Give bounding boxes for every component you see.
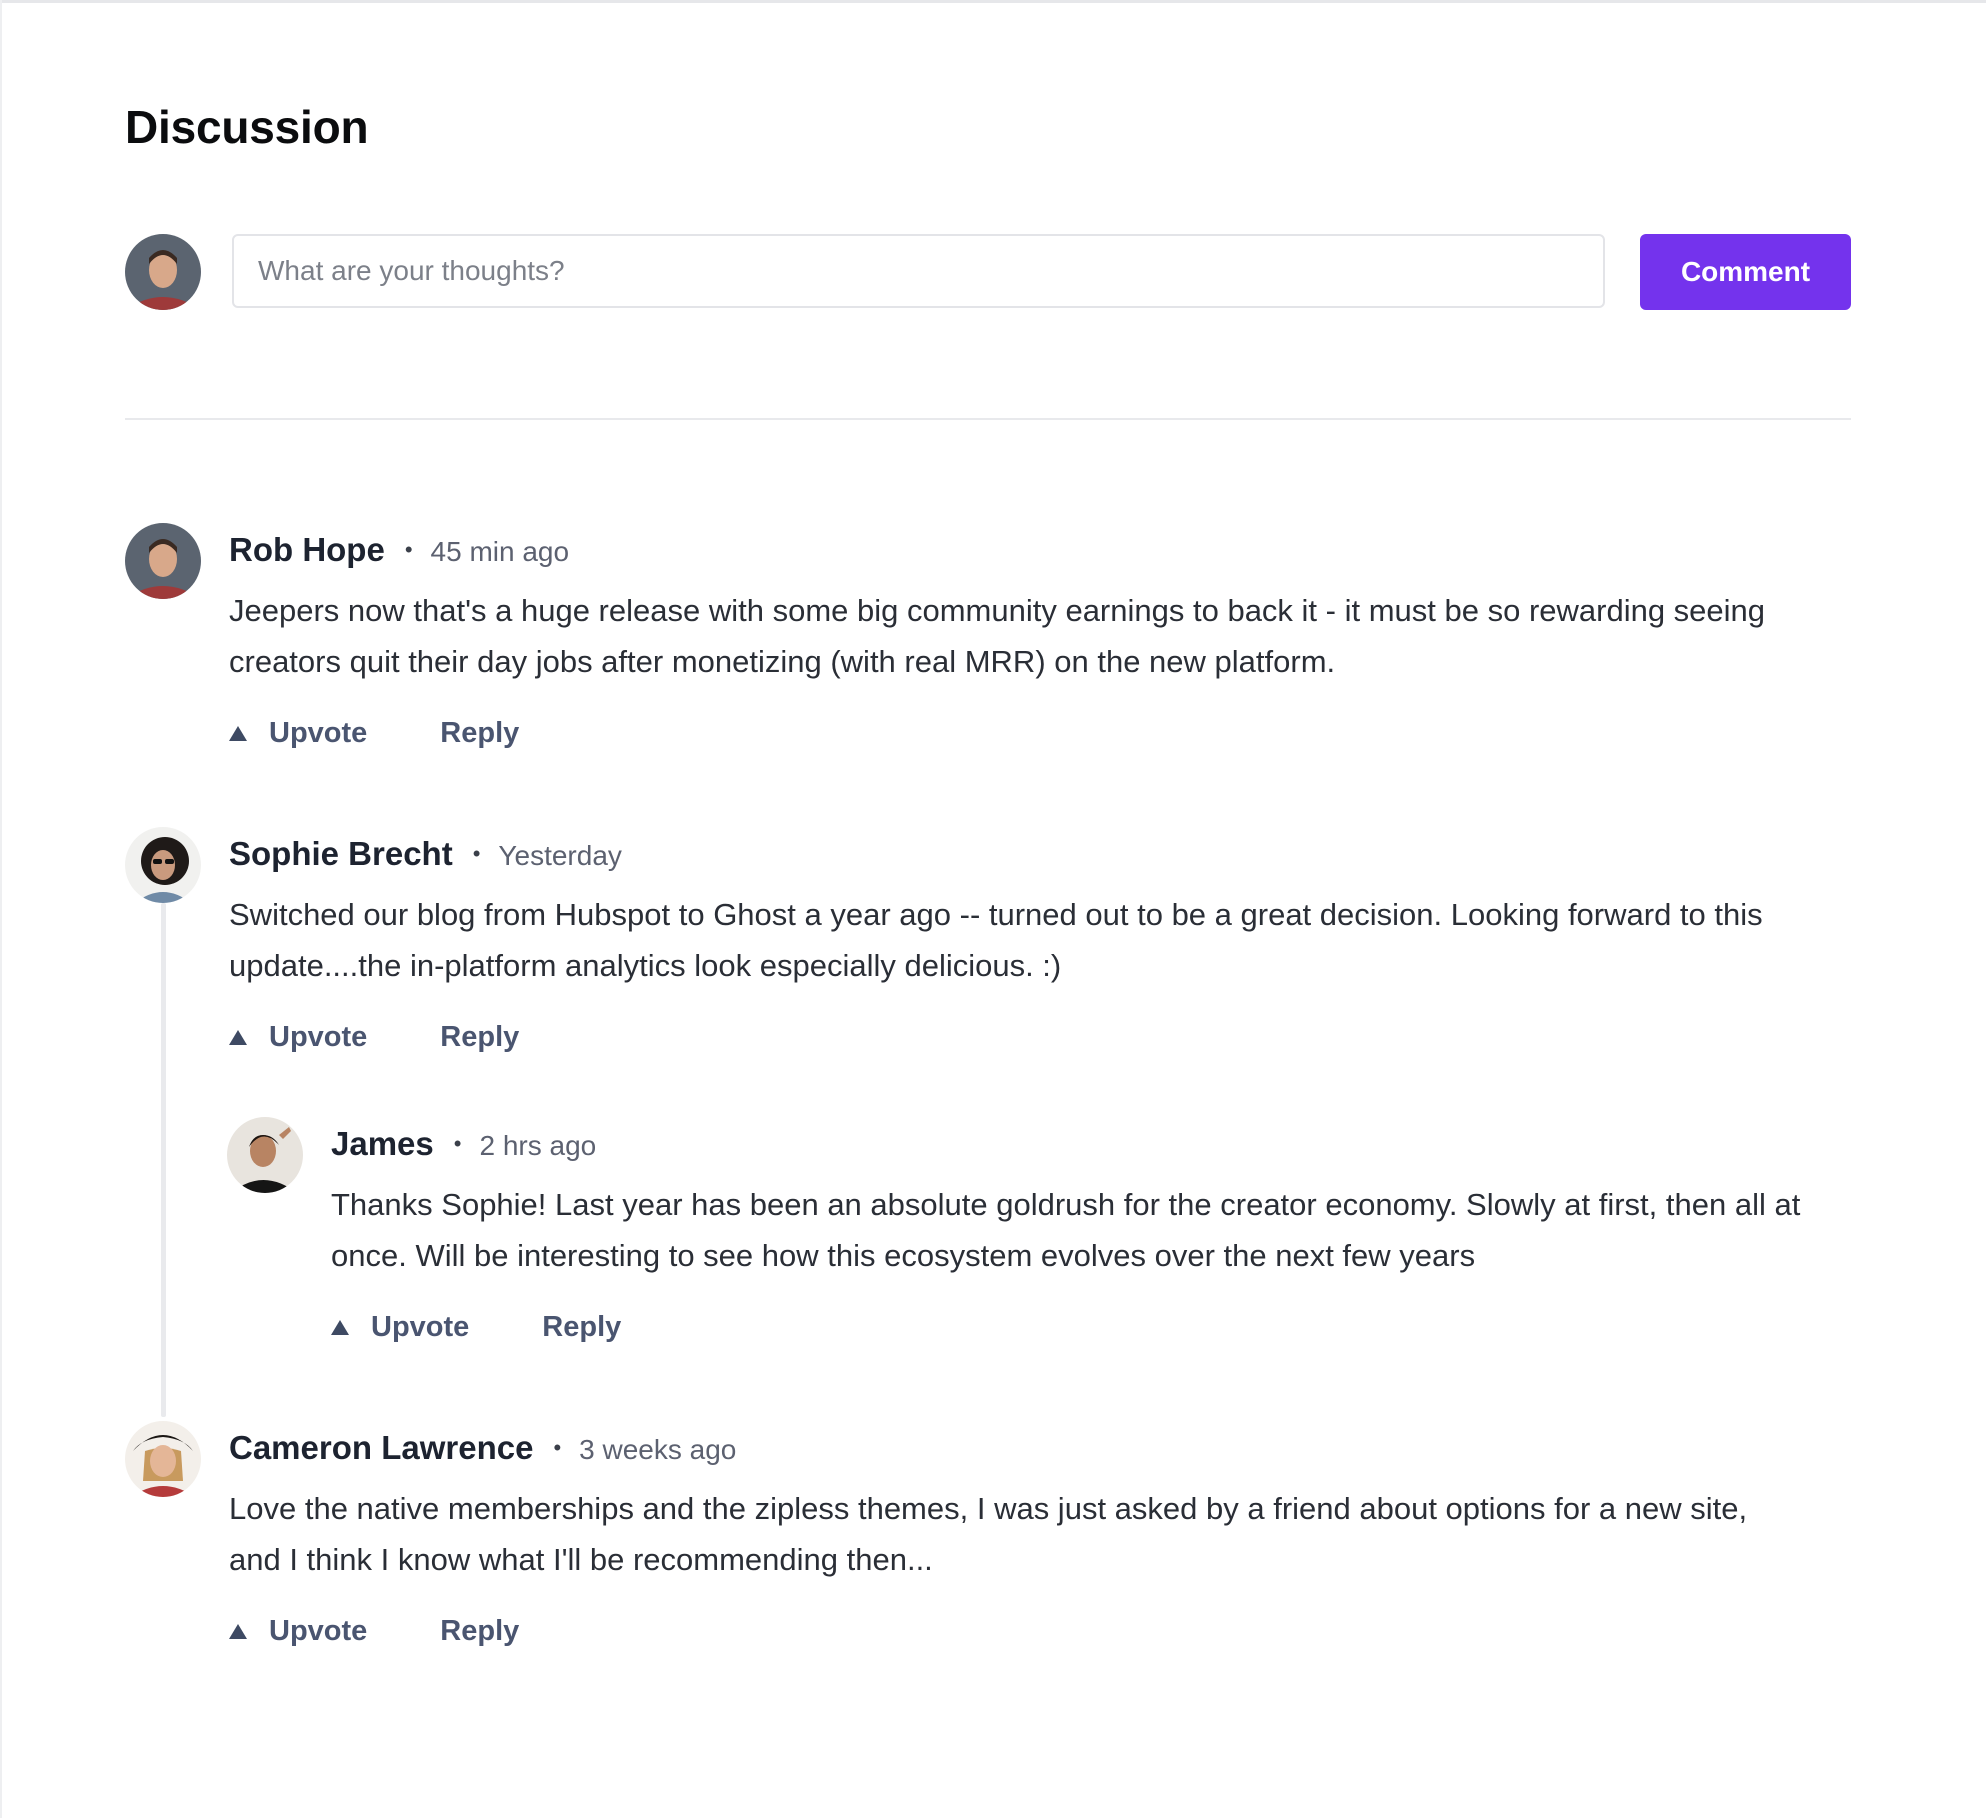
upvote-button[interactable]: Upvote <box>331 1311 469 1344</box>
avatar-woman-curly-hair-icon <box>125 827 201 903</box>
separator-dot: • <box>553 1435 562 1460</box>
avatar-man-beard-icon <box>125 234 201 310</box>
comment-author[interactable]: Cameron Lawrence <box>229 1429 533 1467</box>
separator-dot: • <box>453 1131 462 1156</box>
comment-timestamp: 2 hrs ago <box>479 1130 597 1161</box>
comment-author[interactable]: James <box>331 1125 434 1163</box>
comment-header: James • 2 hrs ago <box>331 1125 596 1163</box>
comment-author[interactable]: Rob Hope <box>229 531 385 569</box>
comment-actions: Upvote Reply <box>331 1311 621 1344</box>
avatar-man-beard-icon <box>125 523 201 599</box>
avatar <box>125 1421 201 1497</box>
comment-actions: Upvote Reply <box>229 717 519 750</box>
comment-author[interactable]: Sophie Brecht <box>229 835 453 873</box>
avatar-man-dark-hair-icon <box>227 1117 303 1193</box>
upvote-triangle-icon <box>229 1624 247 1639</box>
avatar <box>125 523 201 599</box>
upvote-label: Upvote <box>371 1311 470 1343</box>
comment-body: Switched our blog from Hubspot to Ghost … <box>229 897 1763 983</box>
comment-actions: Upvote Reply <box>229 1021 519 1054</box>
reply-button[interactable]: Reply <box>440 1615 519 1648</box>
upvote-label: Upvote <box>269 1021 368 1053</box>
upvote-triangle-icon <box>331 1320 349 1335</box>
reply-button[interactable]: Reply <box>542 1311 621 1344</box>
current-user-avatar <box>125 234 201 310</box>
comment-body: Jeepers now that's a huge release with s… <box>229 593 1766 679</box>
thread-line <box>161 903 166 1417</box>
upvote-triangle-icon <box>229 726 247 741</box>
avatar <box>125 827 201 903</box>
comment-button[interactable]: Comment <box>1640 234 1851 310</box>
comment-timestamp: Yesterday <box>498 840 622 871</box>
reply-button[interactable]: Reply <box>440 717 519 750</box>
comment-thread: Sophie Brecht • Yesterday Switched our b… <box>125 827 1851 1417</box>
upvote-triangle-icon <box>229 1030 247 1045</box>
comment-body: Thanks Sophie! Last year has been an abs… <box>331 1187 1801 1273</box>
window-top-border <box>0 0 1986 3</box>
upvote-button[interactable]: Upvote <box>229 1615 367 1648</box>
reply-button[interactable]: Reply <box>440 1021 519 1054</box>
upvote-label: Upvote <box>269 717 368 749</box>
separator-dot: • <box>472 841 481 866</box>
avatar <box>227 1117 303 1193</box>
upvote-button[interactable]: Upvote <box>229 717 367 750</box>
comment-body: Love the native memberships and the zipl… <box>229 1491 1748 1577</box>
page-title: Discussion <box>125 101 369 153</box>
comment-item: Rob Hope • 45 min ago Jeepers now that's… <box>125 523 1851 763</box>
comment-header: Cameron Lawrence • 3 weeks ago <box>229 1429 736 1467</box>
comment-actions: Upvote Reply <box>229 1615 519 1648</box>
upvote-label: Upvote <box>269 1615 368 1647</box>
comment-timestamp: 45 min ago <box>430 536 570 567</box>
upvote-button[interactable]: Upvote <box>229 1021 367 1054</box>
separator-dot: • <box>404 537 413 562</box>
comment-input[interactable] <box>232 234 1605 308</box>
comment-header: Rob Hope • 45 min ago <box>229 531 569 569</box>
comment-header: Sophie Brecht • Yesterday <box>229 835 622 873</box>
reply-item: James • 2 hrs ago Thanks Sophie! Last ye… <box>227 1117 1851 1357</box>
window-left-border <box>0 0 2 1818</box>
comment-timestamp: 3 weeks ago <box>579 1434 737 1465</box>
section-divider <box>125 418 1851 420</box>
comment-item: Cameron Lawrence • 3 weeks ago Love the … <box>125 1421 1851 1661</box>
avatar-woman-hat-icon <box>125 1421 201 1497</box>
